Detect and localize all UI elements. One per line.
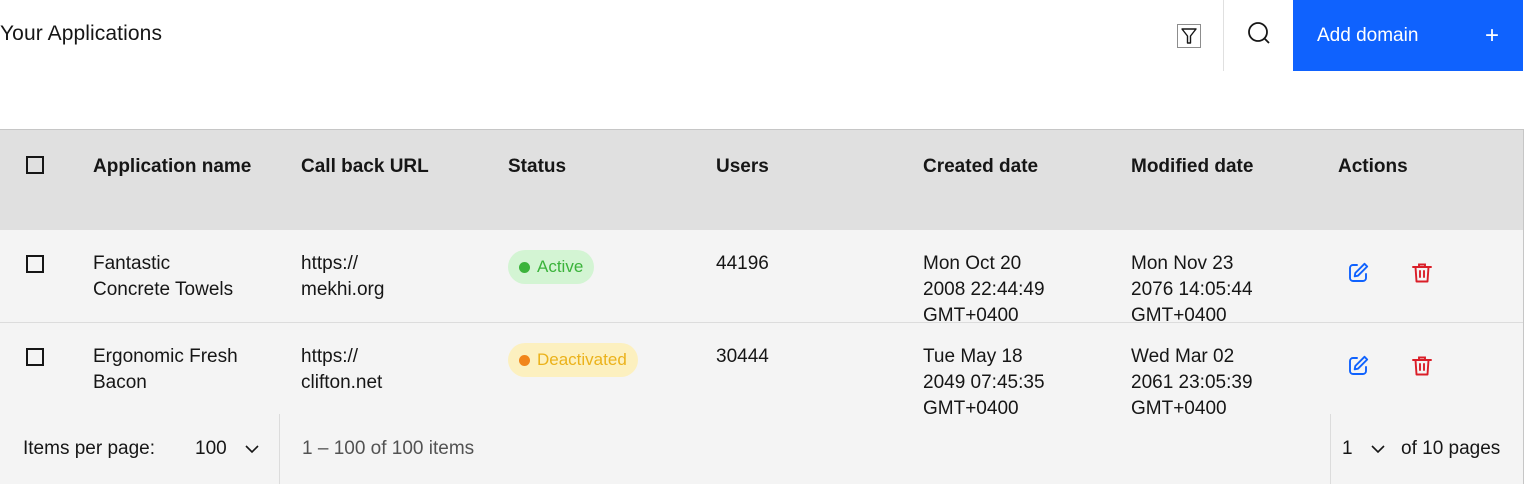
pagination-divider [1330,414,1331,484]
modified-date-cell: Wed Mar 02 2061 23:05:39 GMT+0400 [1131,344,1253,414]
add-domain-label: Add domain [1317,24,1419,46]
add-domain-button[interactable]: Add domain + [1293,0,1523,71]
callback-url-line: clifton.net [301,372,383,393]
table-row: Ergonomic Fresh Bacon https:// clifton.n… [0,323,1523,414]
edit-button[interactable] [1345,353,1371,379]
callback-url-line: https:// [301,253,359,274]
status-dot-icon [519,261,530,273]
select-all-checkbox[interactable] [26,156,44,174]
created-date-line: 2049 07:45:35 [923,372,1045,393]
delete-button[interactable] [1409,260,1435,286]
column-header-callback-url[interactable]: Call back URL [301,154,429,180]
callback-url-line: mekhi.org [301,279,385,300]
status-label: Active [537,257,584,276]
filter-button[interactable] [1155,0,1223,71]
application-name-line: Concrete Towels [93,279,234,300]
modified-date-line: Wed Mar 02 [1131,346,1235,367]
page-value: 1 [1342,438,1353,459]
items-per-page-select[interactable]: 100 [195,414,261,484]
search-icon [1246,20,1272,51]
status-badge: Deactivated [508,343,638,377]
edit-icon [1349,262,1369,282]
users-cell: 44196 [716,253,769,274]
chevron-down-icon [245,445,259,454]
callback-url-cell: https:// clifton.net [301,344,382,396]
created-date-cell: Mon Oct 20 2008 22:44:49 GMT+0400 [923,251,1045,329]
created-date-line: 2008 22:44:49 [923,279,1045,300]
callback-url-cell: https:// mekhi.org [301,251,384,303]
status-dot-icon [519,354,530,366]
application-name-cell: Ergonomic Fresh Bacon [93,344,238,396]
filter-icon [1177,23,1201,48]
table-row: Fantastic Concrete Towels https:// mekhi… [0,230,1523,326]
edit-button[interactable] [1345,260,1371,286]
column-header-application-name[interactable]: Application name [93,154,253,180]
column-header-modified-date[interactable]: Modified date [1131,154,1253,180]
row-checkbox[interactable] [26,348,44,366]
items-range-text: 1 – 100 of 100 items [302,438,475,459]
column-header-actions: Actions [1338,156,1408,177]
row-checkbox[interactable] [26,255,44,273]
page-title: Your Applications [0,22,163,45]
page-select[interactable]: 1 [1342,414,1387,484]
applications-table: Application name Call back URL Status Us… [0,129,1524,414]
application-name-line: Bacon [93,372,147,393]
application-name-line: Ergonomic Fresh [93,346,238,367]
created-date-line: Tue May 18 [923,346,1023,367]
delete-button[interactable] [1409,353,1435,379]
trash-icon [1412,263,1432,283]
table-header: Application name Call back URL Status Us… [0,130,1523,230]
total-pages-text: of 10 pages [1401,438,1501,459]
plus-icon: + [1484,21,1499,49]
pagination: Items per page: 100 1 – 100 of 100 items… [0,414,1524,484]
modified-date-line: 2061 23:05:39 [1131,372,1253,393]
created-date-line: Mon Oct 20 [923,253,1022,274]
created-date-cell: Tue May 18 2049 07:45:35 GMT+0400 [923,344,1045,414]
column-header-status[interactable]: Status [508,154,566,180]
status-badge: Active [508,250,595,284]
page-header: Your Applications Add domain + [0,0,1524,71]
pagination-divider [279,414,280,484]
modified-date-line: Mon Nov 23 [1131,253,1234,274]
modified-date-line: GMT+0400 [1131,398,1227,414]
trash-icon [1412,356,1432,376]
application-name-cell: Fantastic Concrete Towels [93,251,233,303]
search-button[interactable] [1224,0,1293,71]
application-name-line: Fantastic [93,253,171,274]
chevron-down-icon [1371,445,1385,454]
users-cell: 30444 [716,346,769,367]
status-label: Deactivated [537,350,627,369]
items-per-page-label: Items per page: [23,438,156,459]
modified-date-cell: Mon Nov 23 2076 14:05:44 GMT+0400 [1131,251,1253,329]
created-date-line: GMT+0400 [923,398,1019,414]
column-header-created-date[interactable]: Created date [923,154,1038,180]
callback-url-line: https:// [301,346,359,367]
items-per-page-value: 100 [195,438,227,459]
modified-date-line: 2076 14:05:44 [1131,279,1253,300]
edit-icon [1349,355,1369,375]
column-header-users[interactable]: Users [716,154,769,180]
